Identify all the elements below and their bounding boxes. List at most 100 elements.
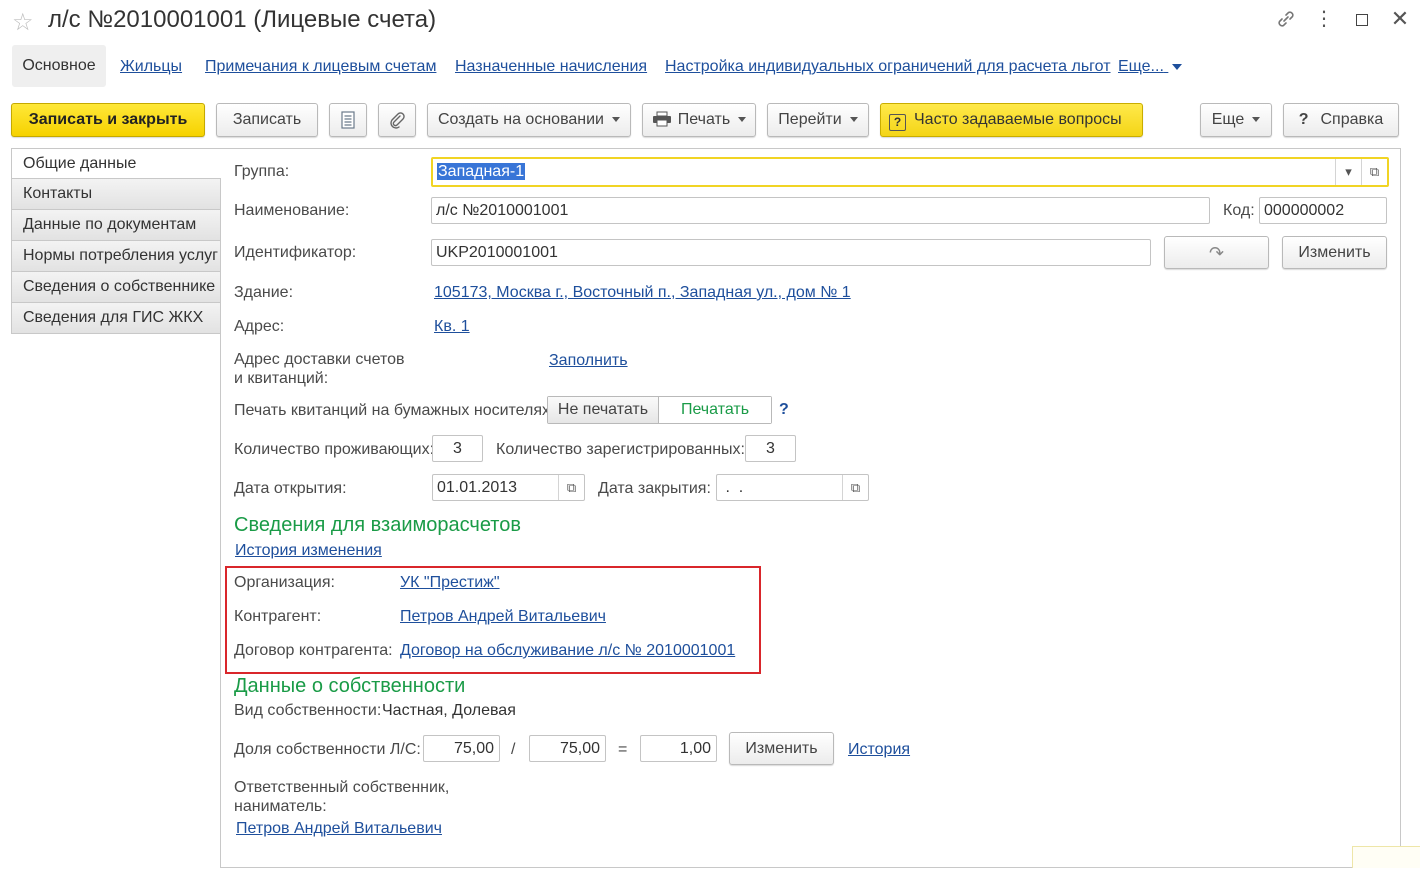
nav-charges[interactable]: Назначенные начисления xyxy=(455,58,647,76)
open-date-field[interactable]: 01.01.2013 ⧉ xyxy=(432,474,585,501)
name-label: Наименование: xyxy=(234,202,350,219)
residents-field[interactable]: 3 xyxy=(432,435,483,462)
dropdown-arrow-icon[interactable]: ▾ xyxy=(1335,159,1361,185)
help-label: Справка xyxy=(1320,111,1384,128)
group-field[interactable]: Западная-1 ▾ ⧉ xyxy=(431,157,1389,187)
contract-link[interactable]: Договор на обслуживание л/с № 2010001001 xyxy=(400,642,735,660)
chevron-down-icon xyxy=(612,117,620,123)
ownership-type-label: Вид собственности: xyxy=(234,702,382,719)
link-icon[interactable] xyxy=(1274,8,1298,36)
open-icon[interactable]: ⧉ xyxy=(1361,159,1387,185)
corner-widget xyxy=(1352,846,1420,868)
organization-label: Организация: xyxy=(234,574,335,591)
maximize-icon[interactable] xyxy=(1356,14,1368,26)
code-field[interactable]: 000000002 xyxy=(1259,197,1387,224)
responsible-label-line2: наниматель: xyxy=(234,798,327,815)
question-icon: ? xyxy=(1298,111,1309,128)
contractor-label: Контрагент: xyxy=(234,608,322,625)
print-option[interactable]: Печатать xyxy=(659,397,771,423)
address-label: Адрес: xyxy=(234,318,285,335)
paper-print-toggle: Не печатать Печатать xyxy=(547,396,772,424)
building-link[interactable]: 105173, Москва г., Восточный п., Западна… xyxy=(434,284,851,302)
chevron-down-icon xyxy=(849,117,858,123)
responsible-owner-link[interactable]: Петров Андрей Витальевич xyxy=(236,820,442,838)
name-field[interactable]: л/с №2010001001 xyxy=(431,197,1210,224)
share-denominator-field[interactable]: 75,00 xyxy=(529,735,606,762)
chevron-down-icon xyxy=(738,117,747,123)
window-title: л/с №2010001001 (Лицевые счета) xyxy=(48,6,437,33)
delivery-label-line1: Адрес доставки счетов xyxy=(234,351,405,368)
calendar-icon[interactable]: ⧉ xyxy=(842,475,868,500)
close-date-value: . . xyxy=(721,479,744,496)
change-id-button[interactable]: Изменить xyxy=(1282,236,1387,269)
save-close-button[interactable]: Записать и закрыть xyxy=(11,103,205,137)
residents-label: Количество проживающих: xyxy=(234,441,435,458)
no-print-option[interactable]: Не печатать xyxy=(548,397,659,423)
nav-more[interactable]: Еще... xyxy=(1118,58,1183,76)
delivery-fill-link[interactable]: Заполнить xyxy=(549,352,628,370)
tab-owner-info[interactable]: Сведения о собственнике xyxy=(11,272,221,303)
nav-residents[interactable]: Жильцы xyxy=(120,58,182,76)
create-based-label: Создать на основании xyxy=(438,111,604,128)
responsible-label: Ответственный собственник, наниматель: xyxy=(234,778,449,816)
faq-label: Часто задаваемые вопросы xyxy=(914,111,1122,128)
share-numerator-field[interactable]: 75,00 xyxy=(423,735,500,762)
identifier-label: Идентификатор: xyxy=(234,244,357,261)
registered-label: Количество зарегистрированных: xyxy=(496,441,745,458)
more-label: Еще xyxy=(1211,111,1245,128)
document-list-icon[interactable] xyxy=(329,103,367,137)
change-share-button[interactable]: Изменить xyxy=(729,732,834,765)
share-history-link[interactable]: История xyxy=(848,741,910,759)
nav-notes[interactable]: Примечания к лицевым счетам xyxy=(205,58,436,76)
tab-contacts[interactable]: Контакты xyxy=(11,179,221,210)
goto-button[interactable]: Перейти xyxy=(767,103,869,137)
close-icon[interactable]: ✕ xyxy=(1388,6,1412,32)
delivery-label-line2: и квитанций: xyxy=(234,370,329,387)
share-slash: / xyxy=(511,741,516,758)
paperclip-icon[interactable] xyxy=(378,103,416,137)
ownership-type-value: Частная, Долевая xyxy=(382,702,516,719)
tab-general[interactable]: Общие данные xyxy=(11,148,221,179)
close-date-label: Дата закрытия: xyxy=(598,480,711,497)
generate-id-button[interactable]: ↷ xyxy=(1164,236,1269,269)
print-button[interactable]: Печать xyxy=(642,103,756,137)
paper-print-label: Печать квитанций на бумажных носителях: xyxy=(234,402,555,419)
favorite-star-icon[interactable]: ☆ xyxy=(12,8,34,37)
contractor-link[interactable]: Петров Андрей Витальевич xyxy=(400,608,606,626)
redo-arrow-icon: ↷ xyxy=(1208,243,1225,263)
calendar-icon[interactable]: ⧉ xyxy=(558,475,584,500)
tab-consumption-norms[interactable]: Нормы потребления услуг xyxy=(11,241,221,272)
tab-gis-info[interactable]: Сведения для ГИС ЖКХ xyxy=(11,303,221,334)
printer-icon xyxy=(652,111,671,127)
share-label: Доля собственности Л/С: xyxy=(234,741,421,758)
ownership-heading: Данные о собственности xyxy=(234,675,466,697)
nav-restrictions[interactable]: Настройка индивидуальных ограничений для… xyxy=(665,58,1111,76)
group-label: Группа: xyxy=(234,163,290,180)
nav-more-label: Еще... xyxy=(1118,58,1164,75)
address-link[interactable]: Кв. 1 xyxy=(434,318,470,336)
settlements-heading: Сведения для взаиморасчетов xyxy=(234,514,521,536)
help-question-icon[interactable]: ? xyxy=(779,401,789,419)
identifier-field[interactable]: UKP2010001001 xyxy=(431,239,1151,266)
save-button[interactable]: Записать xyxy=(216,103,318,137)
chevron-down-icon xyxy=(1252,117,1261,123)
registered-field[interactable]: 3 xyxy=(745,435,796,462)
code-label: Код: xyxy=(1223,202,1255,219)
organization-link[interactable]: УК "Престиж" xyxy=(400,574,500,592)
share-result-field: 1,00 xyxy=(640,735,717,762)
chevron-down-icon xyxy=(1172,63,1183,70)
building-label: Здание: xyxy=(234,284,294,301)
more-button[interactable]: Еще xyxy=(1200,103,1272,137)
open-date-label: Дата открытия: xyxy=(234,480,347,497)
print-label: Печать xyxy=(677,111,731,128)
more-vertical-icon[interactable]: ⋮ xyxy=(1312,6,1336,31)
settlements-history-link[interactable]: История изменения xyxy=(235,542,382,560)
open-date-value: 01.01.2013 xyxy=(437,479,518,496)
close-date-field[interactable]: . . ⧉ xyxy=(716,474,869,501)
create-based-button[interactable]: Создать на основании xyxy=(427,103,631,137)
nav-main[interactable]: Основное xyxy=(12,45,106,87)
group-value: Западная-1 xyxy=(437,163,526,180)
faq-button[interactable]: ? Часто задаваемые вопросы xyxy=(880,103,1143,137)
tab-documents[interactable]: Данные по документам xyxy=(11,210,221,241)
help-button[interactable]: ? Справка xyxy=(1283,103,1399,137)
